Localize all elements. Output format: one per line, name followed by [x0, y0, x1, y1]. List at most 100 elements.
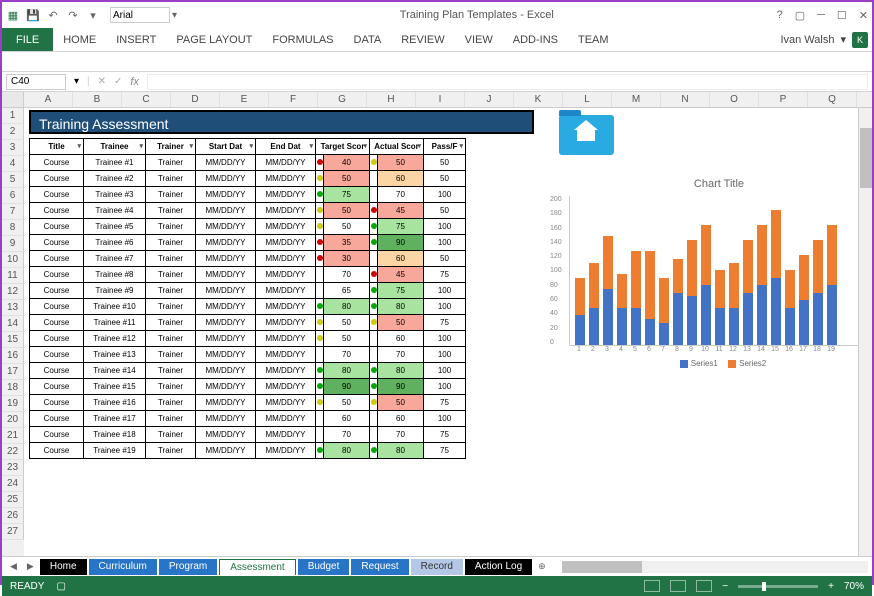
table-cell[interactable]: MM/DD/YY	[256, 267, 316, 283]
table-cell[interactable]: MM/DD/YY	[256, 171, 316, 187]
actual-cell[interactable]: 50	[378, 395, 424, 411]
target-cell[interactable]: 50	[324, 331, 370, 347]
user-badge[interactable]: K	[852, 32, 868, 48]
target-cell[interactable]: 75	[324, 187, 370, 203]
table-cell[interactable]: Course	[30, 283, 84, 299]
pass-cell[interactable]: 100	[424, 379, 466, 395]
table-cell[interactable]: MM/DD/YY	[196, 363, 256, 379]
col-header[interactable]: E	[220, 92, 269, 107]
col-header[interactable]: B	[73, 92, 122, 107]
actual-cell[interactable]: 70	[378, 347, 424, 363]
table-cell[interactable]: Trainee #2	[84, 171, 146, 187]
actual-cell[interactable]: 75	[378, 283, 424, 299]
sheet-tab-assessment[interactable]: Assessment	[219, 559, 295, 575]
table-cell[interactable]: Course	[30, 427, 84, 443]
table-cell[interactable]: Course	[30, 187, 84, 203]
table-header[interactable]: Trainee	[84, 139, 146, 155]
row-header[interactable]: 16	[2, 348, 24, 364]
row-header[interactable]: 5	[2, 172, 24, 188]
table-cell[interactable]: MM/DD/YY	[196, 187, 256, 203]
table-cell[interactable]: Course	[30, 219, 84, 235]
target-cell[interactable]: 35	[324, 235, 370, 251]
target-cell[interactable]: 50	[324, 219, 370, 235]
table-cell[interactable]: MM/DD/YY	[256, 443, 316, 459]
tab-nav-prev-icon[interactable]: ◀	[6, 561, 21, 572]
table-cell[interactable]: MM/DD/YY	[256, 395, 316, 411]
table-cell[interactable]: MM/DD/YY	[256, 235, 316, 251]
table-cell[interactable]: Course	[30, 443, 84, 459]
table-cell[interactable]: MM/DD/YY	[196, 283, 256, 299]
actual-cell[interactable]: 50	[378, 155, 424, 171]
table-cell[interactable]: Trainer	[146, 379, 196, 395]
table-cell[interactable]: Trainer	[146, 299, 196, 315]
ribbon-tab-add-ins[interactable]: ADD-INS	[503, 28, 568, 51]
target-cell[interactable]: 50	[324, 395, 370, 411]
table-cell[interactable]: Course	[30, 395, 84, 411]
table-header[interactable]: Start Dat	[196, 139, 256, 155]
qat-dropdown-icon[interactable]: ▾	[86, 8, 100, 22]
table-cell[interactable]: MM/DD/YY	[196, 251, 256, 267]
row-header[interactable]: 27	[2, 524, 24, 540]
pass-cell[interactable]: 75	[424, 395, 466, 411]
table-cell[interactable]: Trainee #7	[84, 251, 146, 267]
table-cell[interactable]: MM/DD/YY	[196, 235, 256, 251]
target-cell[interactable]: 50	[324, 203, 370, 219]
table-cell[interactable]: MM/DD/YY	[256, 299, 316, 315]
table-cell[interactable]: Trainer	[146, 315, 196, 331]
table-cell[interactable]: Trainee #17	[84, 411, 146, 427]
chart[interactable]: Chart Title 200180160140120100806040200 …	[569, 178, 869, 378]
target-cell[interactable]: 50	[324, 171, 370, 187]
row-header[interactable]: 23	[2, 460, 24, 476]
row-header[interactable]: 15	[2, 332, 24, 348]
cancel-icon[interactable]: ✕	[98, 76, 106, 87]
table-cell[interactable]: Course	[30, 299, 84, 315]
vertical-scrollbar[interactable]	[858, 108, 872, 556]
table-cell[interactable]: MM/DD/YY	[196, 427, 256, 443]
help-icon[interactable]: ?	[777, 9, 783, 22]
horizontal-scrollbar[interactable]	[562, 561, 868, 573]
target-cell[interactable]: 80	[324, 363, 370, 379]
table-header[interactable]: Title	[30, 139, 84, 155]
row-header[interactable]: 17	[2, 364, 24, 380]
maximize-icon[interactable]: ☐	[837, 9, 847, 22]
name-box-dropdown-icon[interactable]: ▾	[74, 76, 79, 87]
row-header[interactable]: 24	[2, 476, 24, 492]
row-header[interactable]: 22	[2, 444, 24, 460]
table-cell[interactable]: Trainee #14	[84, 363, 146, 379]
table-header[interactable]: Target Scor	[316, 139, 370, 155]
ribbon-options-icon[interactable]: ▢	[795, 9, 805, 22]
user-dropdown-icon[interactable]: ▾	[840, 33, 846, 46]
pass-cell[interactable]: 100	[424, 283, 466, 299]
row-header[interactable]: 6	[2, 188, 24, 204]
row-header[interactable]: 10	[2, 252, 24, 268]
user-name[interactable]: Ivan Walsh	[780, 34, 834, 46]
ribbon-tab-insert[interactable]: INSERT	[106, 28, 166, 51]
table-cell[interactable]: MM/DD/YY	[256, 219, 316, 235]
target-cell[interactable]: 40	[324, 155, 370, 171]
table-cell[interactable]: MM/DD/YY	[196, 379, 256, 395]
table-cell[interactable]: MM/DD/YY	[256, 347, 316, 363]
table-cell[interactable]: Trainee #13	[84, 347, 146, 363]
table-cell[interactable]: Course	[30, 379, 84, 395]
pass-cell[interactable]: 100	[424, 235, 466, 251]
table-cell[interactable]: Trainee #10	[84, 299, 146, 315]
actual-cell[interactable]: 90	[378, 379, 424, 395]
col-header[interactable]: A	[24, 92, 73, 107]
table-cell[interactable]: Trainee #11	[84, 315, 146, 331]
ribbon-tab-view[interactable]: VIEW	[455, 28, 503, 51]
col-header[interactable]: N	[661, 92, 710, 107]
table-cell[interactable]: Trainer	[146, 219, 196, 235]
row-header[interactable]: 9	[2, 236, 24, 252]
col-header[interactable]: P	[759, 92, 808, 107]
pass-cell[interactable]: 75	[424, 315, 466, 331]
table-cell[interactable]: Trainer	[146, 427, 196, 443]
actual-cell[interactable]: 60	[378, 171, 424, 187]
sheet-tab-program[interactable]: Program	[159, 559, 217, 575]
table-cell[interactable]: Trainer	[146, 187, 196, 203]
target-cell[interactable]: 70	[324, 267, 370, 283]
zoom-level[interactable]: 70%	[844, 581, 864, 592]
table-cell[interactable]: Course	[30, 331, 84, 347]
table-cell[interactable]: Trainee #5	[84, 219, 146, 235]
row-header[interactable]: 4	[2, 156, 24, 172]
table-header[interactable]: Pass/F	[424, 139, 466, 155]
